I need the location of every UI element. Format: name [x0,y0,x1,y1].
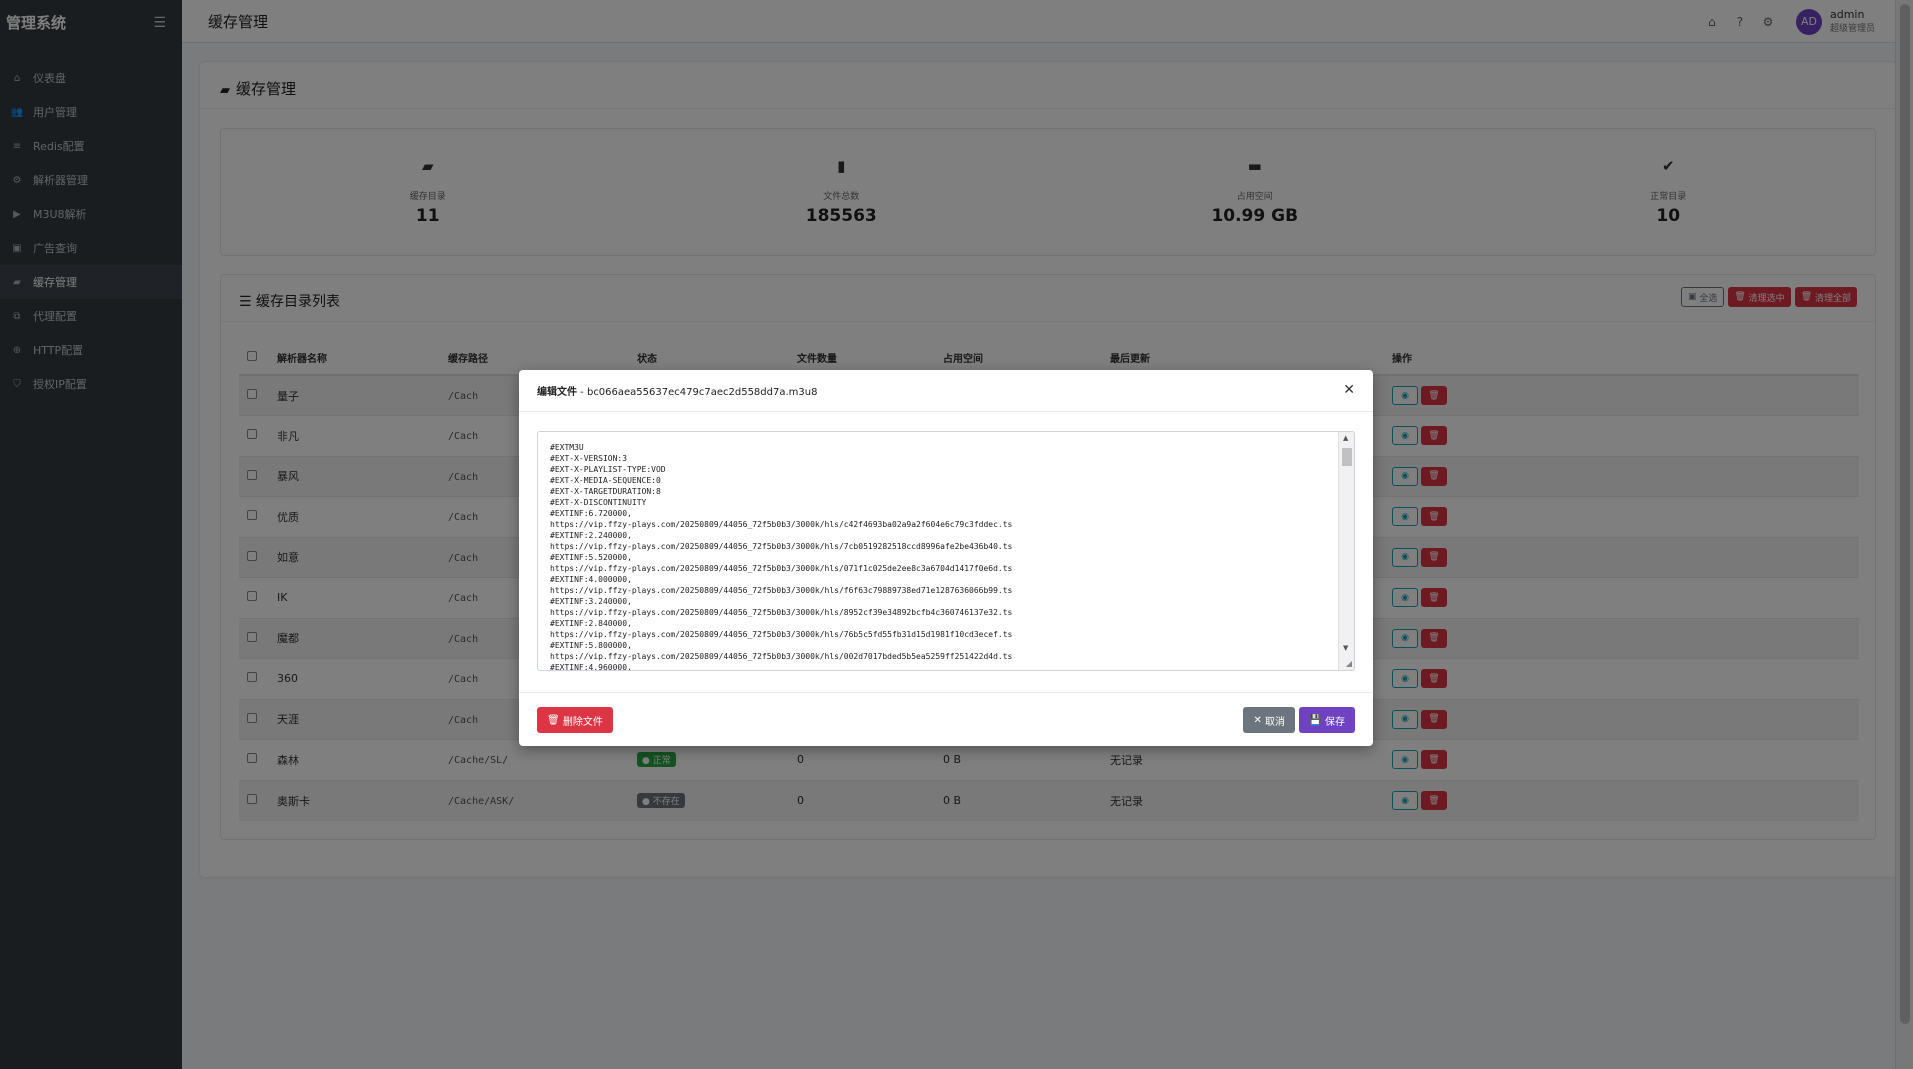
modal-title-prefix: 编辑文件 [537,387,577,398]
close-icon[interactable]: ✕ [1343,382,1355,398]
editor-scrollbar-thumb[interactable] [1342,448,1352,466]
scroll-up-icon[interactable]: ▲ [1343,434,1348,442]
edit-file-modal: 编辑文件 - bc066aea55637ec479c7aec2d558dd7a.… [519,370,1373,746]
modal-footer: 🗑 删除文件 ✕ 取消 💾 保存 [519,692,1373,746]
modal-header: 编辑文件 - bc066aea55637ec479c7aec2d558dd7a.… [519,370,1373,412]
editor-scrollbar[interactable]: ▲ ▼ [1338,432,1354,670]
file-content-editor[interactable]: #EXTM3U #EXT-X-VERSION:3 #EXT-X-PLAYLIST… [537,431,1355,671]
file-content-text[interactable]: #EXTM3U #EXT-X-VERSION:3 #EXT-X-PLAYLIST… [538,432,1354,670]
cancel-label: 取消 [1265,716,1285,728]
cancel-button[interactable]: ✕ 取消 [1243,707,1295,733]
save-label: 保存 [1325,716,1345,728]
delete-file-button[interactable]: 🗑 删除文件 [537,707,613,733]
modal-title: 编辑文件 - bc066aea55637ec479c7aec2d558dd7a.… [537,383,817,398]
save-button[interactable]: 💾 保存 [1299,707,1355,733]
resize-handle-icon[interactable]: ◢ [1346,659,1352,668]
delete-file-label: 删除文件 [562,716,603,728]
modal-file-name: - bc066aea55637ec479c7aec2d558dd7a.m3u8 [577,387,818,398]
scroll-down-icon[interactable]: ▼ [1343,644,1348,652]
